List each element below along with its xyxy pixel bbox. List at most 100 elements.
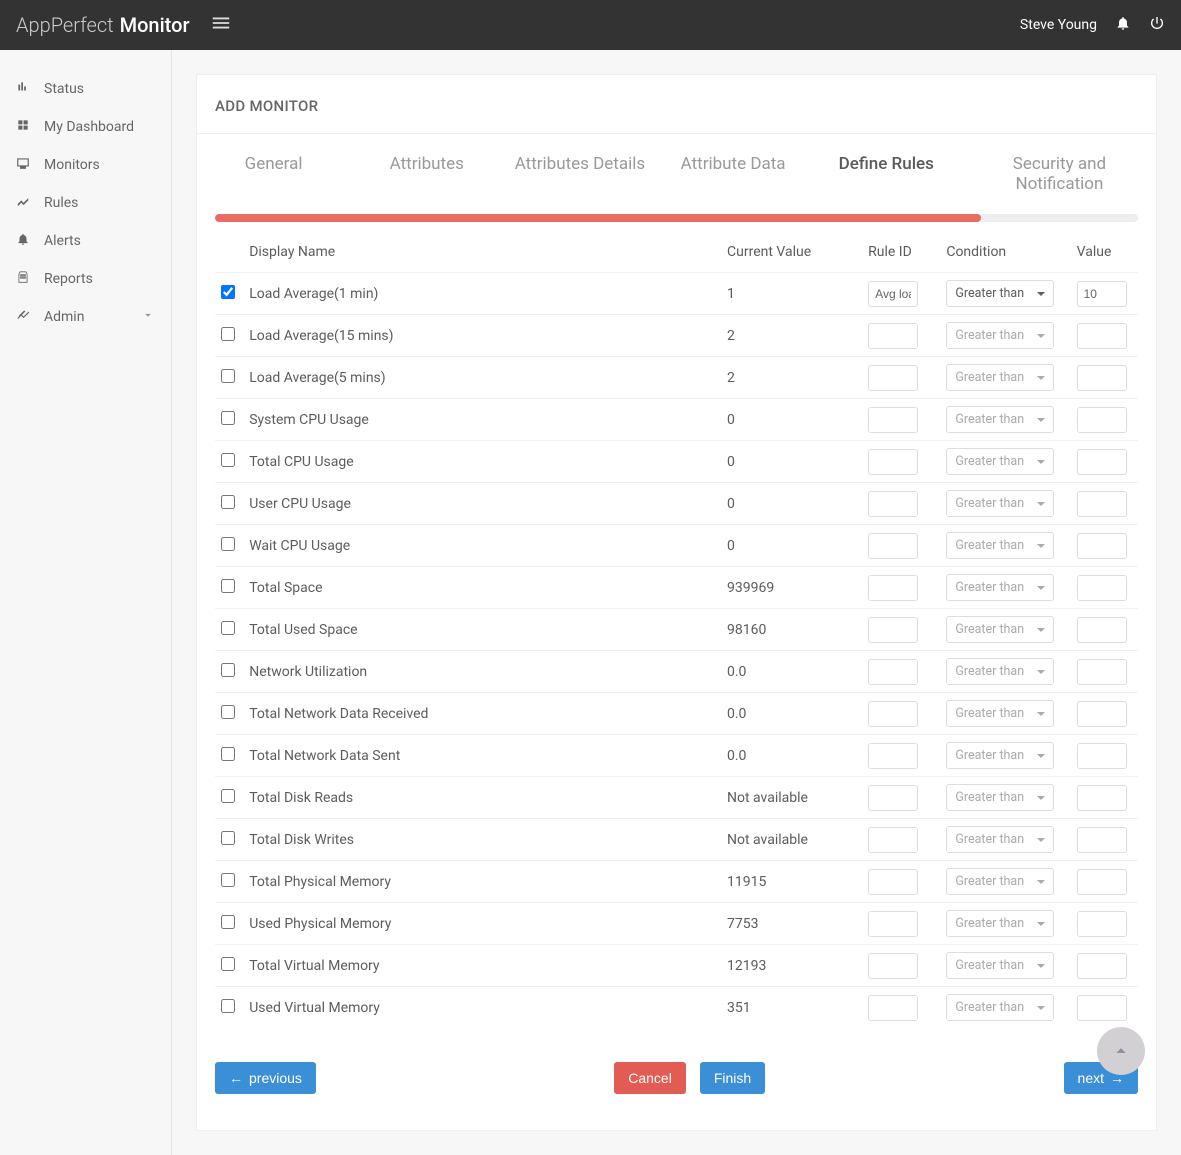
value-input[interactable] (1077, 533, 1127, 559)
value-input[interactable] (1077, 785, 1127, 811)
row-checkbox[interactable] (221, 705, 235, 719)
value-input[interactable] (1077, 323, 1127, 349)
row-checkbox[interactable] (221, 747, 235, 761)
finish-button[interactable]: Finish (700, 1062, 765, 1094)
rule-id-input[interactable] (868, 659, 918, 685)
value-input[interactable] (1077, 911, 1127, 937)
condition-dropdown[interactable]: Greater than (946, 868, 1054, 895)
rule-id-input[interactable] (868, 911, 918, 937)
previous-button[interactable]: ← previous (215, 1062, 316, 1094)
rule-id-input[interactable] (868, 995, 918, 1021)
value-input[interactable] (1077, 491, 1127, 517)
caret-down-icon (1037, 880, 1045, 884)
display-name-cell: Total Used Space (243, 609, 721, 651)
condition-dropdown[interactable]: Greater than (946, 532, 1054, 559)
condition-dropdown[interactable]: Greater than (946, 574, 1054, 601)
tab-security-and-notification[interactable]: Security and Notification (963, 134, 1156, 214)
rule-id-input[interactable] (868, 575, 918, 601)
condition-dropdown[interactable]: Greater than (946, 448, 1054, 475)
sidebar-item-alerts[interactable]: Alerts (0, 222, 171, 260)
tab-attributes[interactable]: Attributes (350, 134, 503, 214)
sidebar-item-monitors[interactable]: Monitors (0, 146, 171, 184)
condition-dropdown[interactable]: Greater than (946, 406, 1054, 433)
row-checkbox[interactable] (221, 915, 235, 929)
sidebar-item-rules[interactable]: Rules (0, 184, 171, 222)
value-input[interactable] (1077, 365, 1127, 391)
row-checkbox[interactable] (221, 537, 235, 551)
rule-id-input[interactable] (868, 449, 918, 475)
row-checkbox[interactable] (221, 999, 235, 1013)
rule-id-input[interactable] (868, 785, 918, 811)
menu-toggle-button[interactable] (210, 12, 232, 38)
value-input[interactable] (1077, 827, 1127, 853)
value-input[interactable] (1077, 953, 1127, 979)
row-checkbox[interactable] (221, 873, 235, 887)
value-input[interactable] (1077, 449, 1127, 475)
condition-dropdown[interactable]: Greater than (946, 742, 1054, 769)
value-input[interactable] (1077, 575, 1127, 601)
row-checkbox[interactable] (221, 327, 235, 341)
value-input[interactable] (1077, 617, 1127, 643)
caret-down-icon (1037, 1006, 1045, 1010)
notifications-button[interactable] (1115, 15, 1131, 35)
sidebar-item-reports[interactable]: Reports (0, 260, 171, 298)
scroll-top-button[interactable] (1097, 1027, 1145, 1075)
rule-id-input[interactable] (868, 701, 918, 727)
condition-dropdown[interactable]: Greater than (946, 994, 1054, 1021)
caret-down-icon (1037, 628, 1045, 632)
condition-label: Greater than (955, 958, 1024, 973)
row-checkbox[interactable] (221, 369, 235, 383)
rule-id-input[interactable] (868, 365, 918, 391)
value-input[interactable] (1077, 659, 1127, 685)
condition-dropdown[interactable]: Greater than (946, 952, 1054, 979)
condition-dropdown[interactable]: Greater than (946, 364, 1054, 391)
rule-id-input[interactable] (868, 533, 918, 559)
user-name[interactable]: Steve Young (1020, 17, 1097, 33)
condition-dropdown[interactable]: Greater than (946, 658, 1054, 685)
condition-dropdown[interactable]: Greater than (946, 910, 1054, 937)
rule-id-input[interactable] (868, 953, 918, 979)
sidebar-item-admin[interactable]: Admin (0, 298, 171, 336)
condition-dropdown[interactable]: Greater than (946, 322, 1054, 349)
row-checkbox[interactable] (221, 957, 235, 971)
tab-general[interactable]: General (197, 134, 350, 214)
rule-id-input[interactable] (868, 407, 918, 433)
row-checkbox[interactable] (221, 285, 235, 299)
power-button[interactable] (1149, 15, 1165, 35)
sidebar-item-my-dashboard[interactable]: My Dashboard (0, 108, 171, 146)
row-checkbox[interactable] (221, 831, 235, 845)
row-checkbox[interactable] (221, 411, 235, 425)
tab-define-rules[interactable]: Define Rules (810, 134, 963, 214)
condition-dropdown[interactable]: Greater than (946, 700, 1054, 727)
value-input[interactable] (1077, 407, 1127, 433)
rule-id-input[interactable] (868, 743, 918, 769)
row-checkbox[interactable] (221, 789, 235, 803)
value-input[interactable] (1077, 743, 1127, 769)
row-checkbox[interactable] (221, 663, 235, 677)
value-input[interactable] (1077, 869, 1127, 895)
rule-id-input[interactable] (868, 491, 918, 517)
condition-dropdown[interactable]: Greater than (946, 280, 1054, 307)
table-row: Used Virtual Memory 351 Greater than (215, 987, 1138, 1029)
rule-id-input[interactable] (868, 827, 918, 853)
rule-id-input[interactable] (868, 281, 918, 307)
condition-dropdown[interactable]: Greater than (946, 826, 1054, 853)
chevron-up-icon (1110, 1040, 1132, 1062)
condition-dropdown[interactable]: Greater than (946, 490, 1054, 517)
sidebar-item-status[interactable]: Status (0, 70, 171, 108)
tab-attribute-data[interactable]: Attribute Data (657, 134, 810, 214)
rule-id-input[interactable] (868, 617, 918, 643)
cancel-button[interactable]: Cancel (614, 1062, 686, 1094)
row-checkbox[interactable] (221, 495, 235, 509)
value-input[interactable] (1077, 281, 1127, 307)
rule-id-input[interactable] (868, 323, 918, 349)
rule-id-input[interactable] (868, 869, 918, 895)
tab-attributes-details[interactable]: Attributes Details (503, 134, 656, 214)
condition-dropdown[interactable]: Greater than (946, 784, 1054, 811)
row-checkbox[interactable] (221, 621, 235, 635)
condition-dropdown[interactable]: Greater than (946, 616, 1054, 643)
value-input[interactable] (1077, 995, 1127, 1021)
row-checkbox[interactable] (221, 453, 235, 467)
value-input[interactable] (1077, 701, 1127, 727)
row-checkbox[interactable] (221, 579, 235, 593)
